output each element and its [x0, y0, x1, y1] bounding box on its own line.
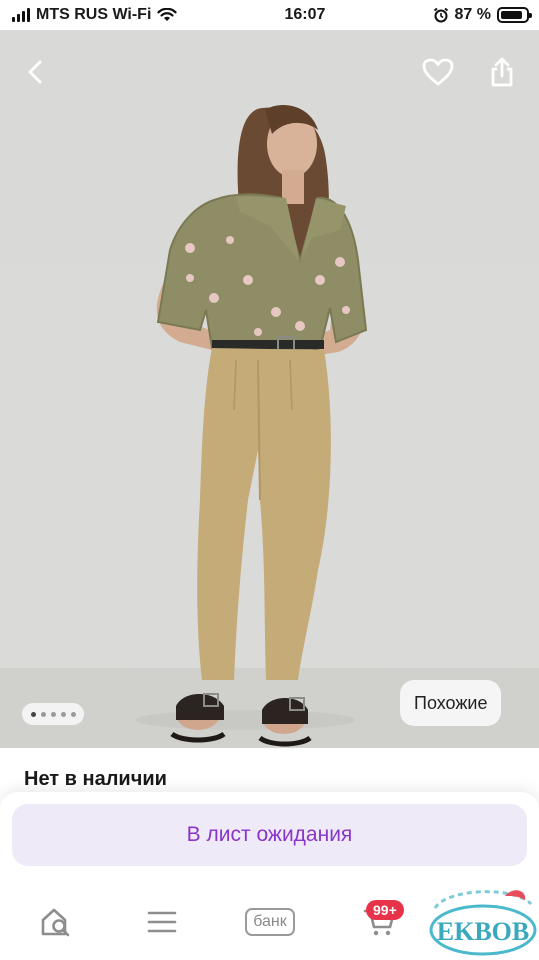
svg-text:EKBOB: EKBOB: [437, 917, 529, 946]
model-photo: [0, 30, 539, 748]
pager-dot: [50, 711, 56, 717]
waitlist-button[interactable]: В лист ожидания: [12, 804, 527, 866]
tab-bank[interactable]: банк: [234, 902, 306, 942]
pager-dot: [30, 711, 36, 717]
clock: 16:07: [284, 6, 326, 23]
wifi-icon: [157, 8, 178, 21]
menu-icon: [147, 911, 177, 933]
waitlist-label: В лист ожидания: [186, 823, 353, 846]
bank-label: банк: [245, 908, 295, 936]
pager-dot: [40, 711, 46, 717]
status-right: 87 %: [433, 6, 532, 24]
pager-dot: [60, 711, 66, 717]
availability-status: Нет в наличии: [24, 768, 167, 790]
pager-dot: [70, 711, 76, 717]
heart-icon: [422, 58, 454, 86]
product-photo[interactable]: Похожие: [0, 30, 539, 748]
favorite-button[interactable]: [416, 50, 460, 94]
battery-icon: [496, 7, 532, 23]
signal-icon: [12, 8, 30, 22]
carrier-label: MTS RUS Wi-Fi: [36, 6, 152, 23]
home-search-icon: [41, 908, 70, 937]
similar-label: Похожие: [414, 692, 488, 713]
share-button[interactable]: [480, 50, 524, 94]
tab-home[interactable]: [34, 902, 78, 942]
chevron-left-icon: [28, 60, 42, 84]
watermark-logo: EKBOB: [429, 890, 537, 956]
back-button[interactable]: [14, 50, 58, 94]
status-bar: MTS RUS Wi-Fi 16:07 87 %: [0, 0, 539, 30]
similar-button[interactable]: Похожие: [400, 680, 502, 726]
alarm-icon: [433, 7, 448, 23]
cart-badge: 99+: [366, 900, 404, 920]
share-icon: [491, 57, 513, 87]
photo-pager: [22, 703, 84, 725]
status-left: MTS RUS Wi-Fi: [12, 6, 178, 24]
battery-percent: 87 %: [454, 6, 491, 23]
tab-catalog[interactable]: [140, 902, 184, 942]
action-sheet: В лист ожидания: [0, 792, 539, 880]
